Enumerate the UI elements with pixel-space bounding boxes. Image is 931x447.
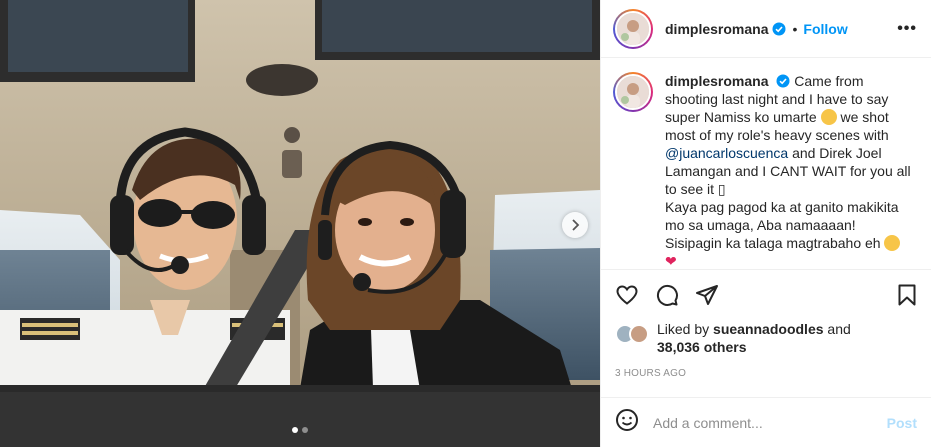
heart-emoji-icon: ❤ [665, 253, 677, 269]
comment-bubble-icon [656, 284, 678, 306]
post-photo[interactable] [0, 0, 600, 447]
comment-input[interactable] [653, 414, 887, 431]
caption-avatar[interactable] [613, 72, 653, 112]
follow-button[interactable]: Follow [803, 21, 847, 37]
avatar-image [617, 12, 649, 45]
likes-prefix: Liked by [657, 321, 710, 337]
save-button[interactable] [895, 282, 921, 308]
carousel-dot-active [292, 427, 298, 433]
next-photo-button[interactable] [562, 212, 588, 238]
more-options-icon: ••• [897, 19, 917, 37]
carousel-dot [302, 427, 308, 433]
heart-outline-icon [616, 285, 638, 305]
separator-dot: • [792, 20, 798, 37]
bookmark-icon [898, 284, 916, 306]
smiley-icon [616, 409, 638, 431]
paper-plane-icon [696, 285, 718, 305]
pensive-emoji-icon [884, 235, 901, 251]
emoji-picker-button[interactable] [615, 408, 639, 437]
liker-avatar[interactable] [629, 324, 649, 344]
chevron-right-icon [572, 219, 580, 231]
likes-and: and [827, 321, 851, 337]
more-options-button[interactable]: ••• [897, 20, 917, 38]
verified-badge-icon [772, 22, 786, 35]
post-comment-button[interactable]: Post [887, 415, 917, 431]
carousel-indicator [0, 427, 600, 433]
caption-text-4: Kaya pag pagod ka at ganito makikita mo … [665, 199, 899, 233]
like-button[interactable] [615, 282, 641, 308]
username[interactable]: dimplesromana [665, 21, 768, 37]
caption-area: dimplesromana Came from shooting last ni… [601, 58, 931, 270]
likes-summary: Liked by sueannadoodles and 38,036 other… [601, 320, 931, 360]
cockpit-selfie-image [0, 0, 600, 447]
avatar[interactable] [613, 8, 653, 49]
grimace-emoji-icon [820, 109, 837, 125]
liker-username[interactable]: sueannadoodles [713, 321, 823, 337]
comment-bar: Post [601, 397, 931, 447]
avatar-image [617, 76, 649, 108]
post-header: dimplesromana • Follow ••• [601, 0, 931, 58]
share-button[interactable] [695, 282, 721, 308]
action-bar [601, 270, 931, 320]
missing-glyph-icon: ▯ [717, 181, 726, 197]
verified-badge-icon [776, 74, 790, 88]
mention-link[interactable]: @juancarloscuenca [665, 145, 788, 161]
liker-avatars [615, 324, 653, 346]
likes-text: Liked by sueannadoodles and 38,036 other… [657, 320, 851, 356]
caption-text-5: Sisipagin ka talaga magtrabaho eh [665, 235, 881, 251]
caption-username[interactable]: dimplesromana [665, 73, 768, 89]
comment-button[interactable] [655, 282, 681, 308]
post-caption: dimplesromana Came from shooting last ni… [665, 72, 915, 269]
likes-count[interactable]: 38,036 others [657, 339, 747, 355]
post-side-panel: dimplesromana • Follow ••• dimplesromana [600, 0, 931, 447]
